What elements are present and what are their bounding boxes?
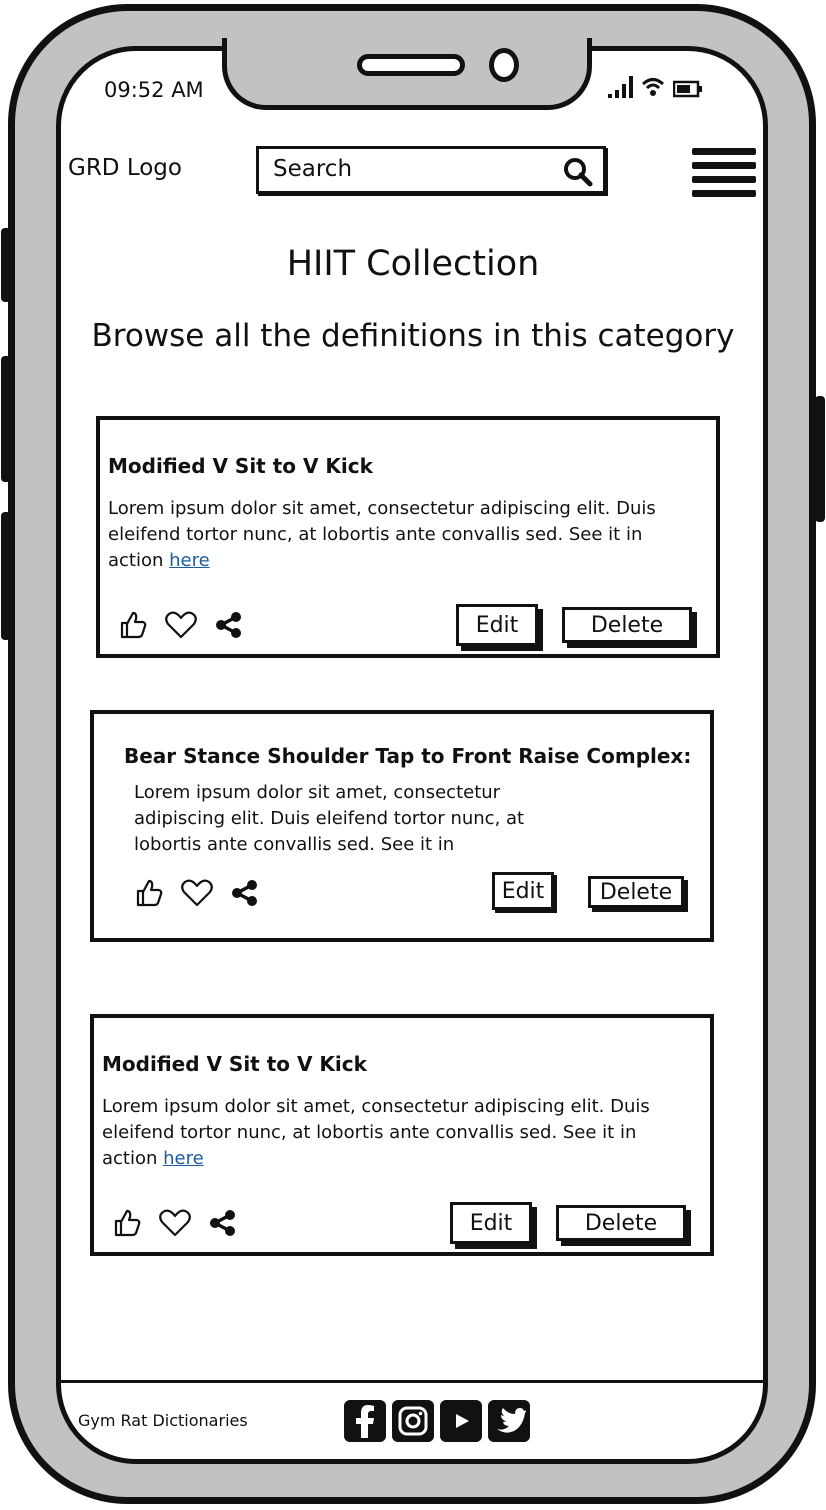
instagram-icon[interactable] [392,1400,434,1442]
card-link[interactable]: here [169,550,210,571]
edit-button[interactable]: Edit [450,1202,532,1244]
definition-card: Modified V Sit to V Kick Lorem ipsum dol… [90,1014,714,1256]
share-icon[interactable] [230,878,260,908]
definition-card: Modified V Sit to V Kick Lorem ipsum dol… [96,416,720,658]
delete-button[interactable]: Delete [556,1205,686,1241]
page-title: HIIT Collection [286,244,540,284]
heart-icon[interactable] [164,610,198,640]
card-title: Bear Stance Shoulder Tap to Front Raise … [124,744,692,768]
search-icon[interactable] [563,157,593,187]
phone-notch [222,38,592,110]
wifi-icon [641,78,665,96]
card-actions [118,610,244,640]
heart-icon[interactable] [180,878,214,908]
delete-button[interactable]: Delete [562,607,692,643]
heart-icon[interactable] [158,1208,192,1238]
search-bar [256,146,606,194]
page-subtitle: Browse all the definitions in this categ… [91,318,735,354]
volume-down-button [1,356,11,482]
signal-icon [608,76,633,98]
delete-button[interactable]: Delete [588,876,684,908]
social-links [344,1400,530,1442]
card-link[interactable]: here [163,1148,204,1169]
hamburger-menu-icon[interactable] [692,148,756,198]
power-button [815,396,825,522]
search-input[interactable] [271,155,555,183]
edit-button[interactable]: Edit [456,604,538,646]
card-title: Modified V Sit to V Kick [102,1052,367,1076]
share-icon[interactable] [214,610,244,640]
twitter-icon[interactable] [488,1400,530,1442]
thumbs-up-icon[interactable] [112,1208,142,1238]
battery-icon [673,80,702,98]
footer-divider [56,1380,768,1383]
facebook-icon[interactable] [344,1400,386,1442]
definition-card: Bear Stance Shoulder Tap to Front Raise … [90,710,714,942]
thumbs-up-icon[interactable] [134,878,164,908]
share-icon[interactable] [208,1208,238,1238]
thumbs-up-icon[interactable] [118,610,148,640]
card-actions [112,1208,238,1238]
card-body-text: Lorem ipsum dolor sit amet, consectetur … [134,782,525,855]
card-title: Modified V Sit to V Kick [108,454,373,478]
footer-brand: Gym Rat Dictionaries [78,1411,248,1430]
mute-switch [1,512,11,640]
front-camera [489,48,519,82]
card-body: Lorem ipsum dolor sit amet, consectetur … [102,1094,672,1172]
card-body: Lorem ipsum dolor sit amet, consectetur … [134,780,554,858]
app-logo[interactable]: GRD Logo [68,155,182,181]
card-actions [134,878,260,908]
speaker-grille [357,54,465,76]
card-body: Lorem ipsum dolor sit amet, consectetur … [108,496,678,574]
edit-button[interactable]: Edit [492,872,554,910]
status-icons [608,76,703,98]
status-time: 09:52 AM [104,78,204,102]
youtube-icon[interactable] [440,1400,482,1442]
